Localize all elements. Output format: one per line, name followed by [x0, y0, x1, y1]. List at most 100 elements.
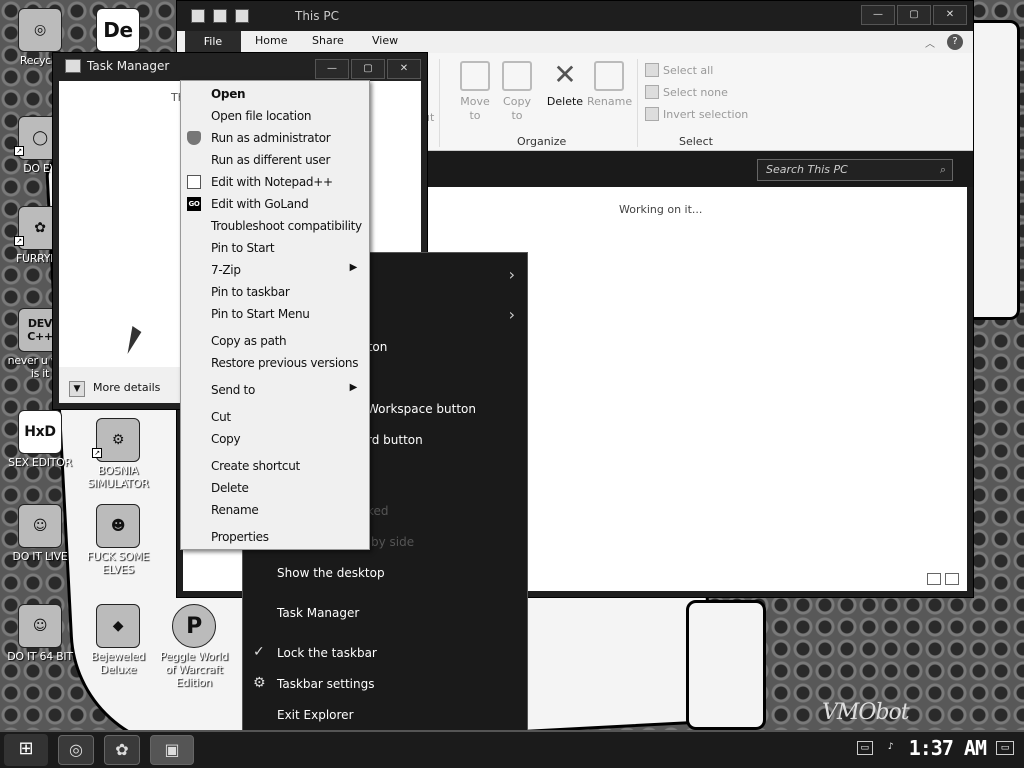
peggle-icon: P	[172, 604, 216, 648]
taskbar-menu-item-show-desktop[interactable]: Show the desktop	[243, 559, 527, 587]
checkmark-icon: ✓	[253, 644, 265, 660]
desktop-wallpaper-shape	[686, 600, 766, 730]
menu-item-copy-as-path[interactable]: Copy as path	[181, 330, 369, 352]
menu-item-properties[interactable]: Properties	[181, 526, 369, 548]
menu-item-troubleshoot[interactable]: Troubleshoot compatibility	[181, 215, 369, 237]
firefox-icon: ✿	[115, 740, 129, 759]
menu-item-pin-to-start[interactable]: Pin to Start	[181, 237, 369, 259]
minimize-button[interactable]: —	[315, 59, 349, 79]
menu-item-pin-to-taskbar[interactable]: Pin to taskbar	[181, 281, 369, 303]
menu-item-label: Troubleshoot compatibility	[211, 219, 362, 233]
menu-item-edit-goland[interactable]: GO Edit with GoLand	[181, 193, 369, 215]
desktop-icon-bejeweled[interactable]: ◆ Bejeweled Deluxe	[80, 604, 156, 676]
taskbar-app-chrome[interactable]: ◎	[58, 735, 94, 765]
start-button[interactable]: ⊞	[4, 734, 48, 766]
tab-home[interactable]: Home	[255, 34, 287, 47]
tab-share[interactable]: Share	[312, 34, 344, 47]
menu-item-restore-previous[interactable]: Restore previous versions	[181, 352, 369, 374]
delete-button[interactable]: ✕ Delete	[545, 61, 585, 109]
help-icon[interactable]: ?	[947, 34, 963, 50]
explorer-titlebar[interactable]: This PC — ▢ ✕	[177, 1, 973, 31]
copy-to-button[interactable]: Copy to	[497, 61, 537, 123]
select-none-button[interactable]: Select none	[645, 85, 728, 99]
folder-icon[interactable]	[191, 9, 205, 23]
chevron-right-icon: ▶	[349, 262, 358, 273]
menu-item-label: Workspace button	[367, 402, 476, 416]
taskbar-menu-item-exit-explorer[interactable]: Exit Explorer	[243, 701, 527, 729]
menu-item-open-file-location[interactable]: Open file location	[181, 105, 369, 127]
window-title: This PC	[295, 9, 339, 23]
chevron-down-icon[interactable]: ▼	[69, 381, 85, 397]
recycle-bin-icon: ◎	[18, 8, 62, 52]
desktop-icon-peggle[interactable]: P Peggle World of Warcraft Edition	[156, 604, 232, 689]
notepadpp-icon	[187, 175, 201, 189]
desktop-icon-elves[interactable]: ☻ FUCK SOME ELVES	[80, 504, 156, 576]
taskbar-menu-item-lock[interactable]: ✓ Lock the taskbar	[243, 639, 527, 667]
more-details-button[interactable]: More details	[93, 381, 160, 394]
tab-file[interactable]: File	[185, 31, 241, 53]
desktop-icon-label: Peggle World of Warcraft Edition	[159, 650, 229, 689]
desktop-icon-de[interactable]: De	[80, 8, 156, 54]
menu-item-open[interactable]: Open	[181, 83, 369, 105]
menu-item-label: Show the desktop	[277, 566, 385, 580]
desktop-icon-label: BOSNIA SIMULATOR	[87, 464, 149, 490]
hxd-icon: HxD	[18, 410, 62, 454]
desktop-icon-do-it-live[interactable]: ☺ DO IT LIVE	[2, 504, 78, 563]
select-all-button[interactable]: Select all	[645, 63, 713, 77]
close-button[interactable]: ✕	[387, 59, 421, 79]
menu-item-send-to[interactable]: Send to ▶	[181, 379, 369, 401]
shield-icon	[187, 131, 201, 145]
desktop-icon-label: DO IT 64 BIT	[7, 650, 73, 663]
network-icon[interactable]: ▭	[856, 741, 873, 755]
search-input[interactable]: Search This PC ⌕	[757, 159, 953, 181]
menu-item-run-as-admin[interactable]: Run as administrator	[181, 127, 369, 149]
desktop-icon-do-it-64[interactable]: ☺ DO IT 64 BIT	[2, 604, 78, 663]
tab-view[interactable]: View	[372, 34, 398, 47]
copy-to-icon	[502, 61, 532, 91]
maximize-button[interactable]: ▢	[897, 5, 931, 25]
taskbar-menu-item-settings[interactable]: ⚙ Taskbar settings	[243, 670, 527, 698]
maximize-button[interactable]: ▢	[351, 59, 385, 79]
volume-icon[interactable]: ♪	[883, 741, 899, 755]
gear-icon: ⚙	[253, 675, 266, 691]
menu-item-label: Restore previous versions	[211, 356, 359, 370]
watermark-text: VMObot	[822, 700, 910, 725]
close-button[interactable]: ✕	[933, 5, 967, 25]
menu-item-label: Open	[211, 87, 246, 101]
desktop-icon-bosnia[interactable]: ⚙ ↗ BOSNIA SIMULATOR	[80, 418, 156, 490]
clock[interactable]: 1:37 AM	[909, 736, 987, 760]
menu-item-create-shortcut[interactable]: Create shortcut	[181, 455, 369, 477]
details-view-icon[interactable]	[927, 573, 941, 585]
new-folder-icon[interactable]	[235, 9, 249, 23]
move-to-button[interactable]: Move to	[455, 61, 495, 123]
menu-item-label: 7-Zip	[211, 263, 241, 277]
chevron-right-icon: ›	[508, 265, 515, 284]
rename-button[interactable]: Rename	[587, 61, 632, 109]
large-icons-view-icon[interactable]	[945, 573, 959, 585]
menu-item-7zip[interactable]: 7-Zip ▶	[181, 259, 369, 281]
desktop-icon-label: SEX EDITOR	[8, 456, 72, 469]
menu-item-label: Properties	[211, 530, 269, 544]
taskbar-app-firefox[interactable]: ✿	[104, 735, 140, 765]
menu-item-delete[interactable]: Delete	[181, 477, 369, 499]
menu-item-copy[interactable]: Copy	[181, 428, 369, 450]
menu-item-cut[interactable]: Cut	[181, 406, 369, 428]
taskbar-app-explorer[interactable]: ▣	[150, 735, 194, 765]
menu-item-run-as-different-user[interactable]: Run as different user	[181, 149, 369, 171]
desktop-icon-sex-editor[interactable]: HxD SEX EDITOR	[2, 410, 78, 469]
select-all-label: Select all	[663, 63, 714, 77]
properties-icon[interactable]	[213, 9, 227, 23]
notification-center-icon[interactable]: ▭	[996, 741, 1014, 755]
taskbar-menu-item-task-manager[interactable]: Task Manager	[243, 599, 527, 627]
menu-item-rename[interactable]: Rename	[181, 499, 369, 521]
invert-selection-button[interactable]: Invert selection	[645, 107, 748, 121]
menu-item-edit-notepadpp[interactable]: Edit with Notepad++	[181, 171, 369, 193]
ribbon-tabs: File Home Share View ︿ ?	[177, 31, 973, 53]
menu-item-pin-to-start-menu[interactable]: Pin to Start Menu	[181, 303, 369, 325]
minimize-button[interactable]: —	[861, 5, 895, 25]
collapse-ribbon-icon[interactable]: ︿	[925, 35, 935, 50]
rename-icon	[594, 61, 624, 91]
menu-item-label: Exit Explorer	[277, 708, 354, 722]
goland-icon: GO	[187, 197, 201, 211]
delete-x-icon: ✕	[553, 58, 577, 91]
